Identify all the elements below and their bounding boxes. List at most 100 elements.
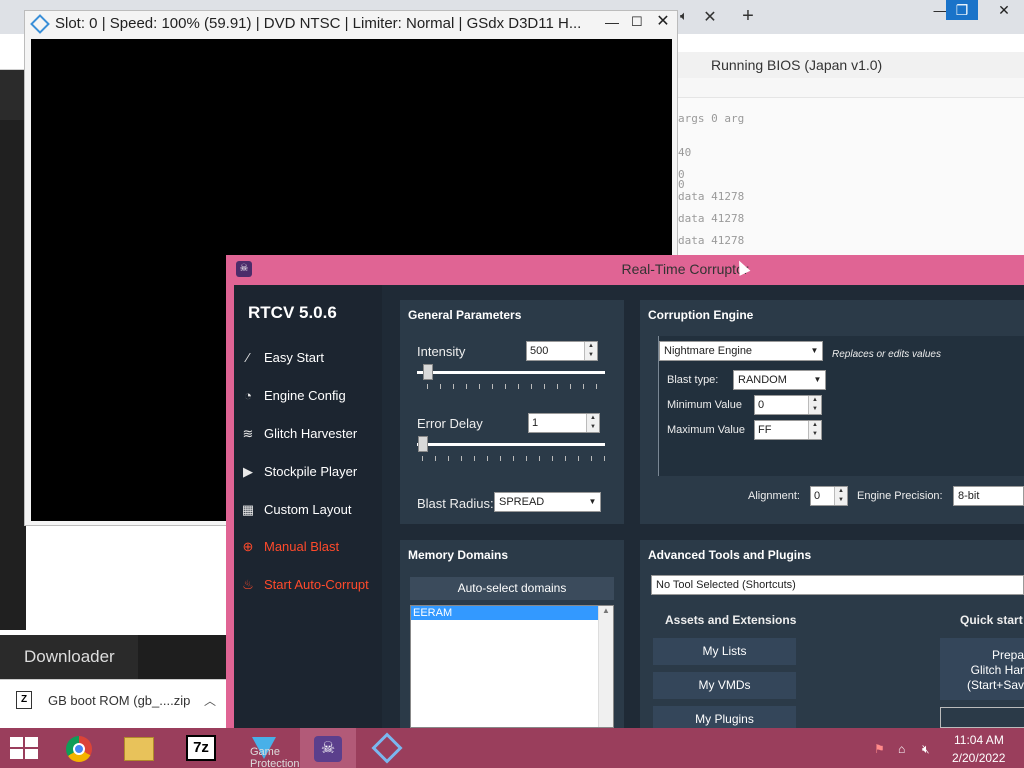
spinner-arrows-icon[interactable]: ▲ ▼ xyxy=(808,396,821,414)
quick-start-button-2[interactable] xyxy=(940,707,1024,728)
pcsx2-taskbar-button[interactable] xyxy=(362,728,412,768)
error-delay-slider-thumb[interactable] xyxy=(418,436,428,452)
my-plugins-button[interactable]: My Plugins xyxy=(653,706,796,728)
grid-icon: ▦ xyxy=(241,502,255,517)
list-item[interactable]: EERAM xyxy=(411,606,599,620)
nav-custom-layout[interactable]: ▦ Custom Layout xyxy=(240,498,390,522)
download-item[interactable]: GB boot ROM (gb_....zip xyxy=(0,679,228,723)
minimum-value-spinner[interactable]: 0 ▲ ▼ xyxy=(754,395,822,415)
error-delay-ticks xyxy=(422,456,606,461)
gem-taskbar-button[interactable]: Game Protection xyxy=(238,728,300,768)
blast-radius-select[interactable]: SPREAD ▼ xyxy=(494,492,601,512)
pcsx2-minimize-button[interactable]: — xyxy=(605,14,619,30)
rtc-title: Real-Time Corruptor xyxy=(621,261,749,277)
pcsx2-close-button[interactable]: ✕ xyxy=(649,11,677,33)
pcsx2-maximize-button[interactable]: ☐ xyxy=(631,14,643,30)
my-vmds-button[interactable]: My VMDs xyxy=(653,672,796,699)
prepare-line-2: Glitch Har xyxy=(970,663,1024,677)
intensity-spinner[interactable]: 500 ▲ ▼ xyxy=(526,341,598,361)
intensity-value: 500 xyxy=(530,345,549,357)
wand-icon: ⁄ xyxy=(246,350,250,365)
minimum-value: 0 xyxy=(758,399,765,411)
crosshair-icon: ⊕ xyxy=(242,539,254,554)
engine-description: Replaces or edits values xyxy=(832,349,941,360)
error-delay-label: Error Delay xyxy=(417,416,483,431)
windows-start-icon[interactable] xyxy=(10,737,38,759)
7zip-taskbar-button[interactable]: 7z xyxy=(176,728,226,768)
chevron-down-icon: ▼ xyxy=(810,371,825,389)
folder-icon xyxy=(124,737,154,761)
console-line: args 0 arg xyxy=(678,112,745,125)
spinner-arrows-icon[interactable]: ▲ ▼ xyxy=(584,342,597,360)
chevron-up-icon[interactable]: ︿ xyxy=(204,692,216,709)
browser-close-button[interactable]: ✕ xyxy=(984,0,1024,20)
error-delay-slider-track[interactable] xyxy=(417,443,605,446)
nav-start-auto-corrupt[interactable]: ♨ Start Auto-Corrupt xyxy=(240,573,390,597)
panel-title: Memory Domains xyxy=(408,548,509,562)
nav-label: Stockpile Player xyxy=(264,464,358,479)
ghost-label: Game Protection xyxy=(250,746,300,768)
nav-stockpile-player[interactable]: ▶ Stockpile Player xyxy=(240,460,390,484)
nav-glitch-harvester[interactable]: ≋ Glitch Harvester xyxy=(240,422,390,446)
maximum-value-spinner[interactable]: FF ▲ ▼ xyxy=(754,420,822,440)
console-line: 40 xyxy=(678,146,692,159)
blast-type-select[interactable]: RANDOM ▼ xyxy=(733,370,826,390)
rtc-window: ☠ Real-Time Corruptor RTCV 5.0.6 ⁄ Easy … xyxy=(226,255,1024,728)
volume-muted-icon[interactable]: 🔇︎ xyxy=(922,742,930,757)
tab-close-icon[interactable]: ✕ xyxy=(700,8,720,28)
blast-radius-value: SPREAD xyxy=(499,496,545,508)
tool-select[interactable]: No Tool Selected (Shortcuts) xyxy=(651,575,1024,595)
alignment-spinner[interactable]: 0 ▲ ▼ xyxy=(810,486,848,506)
nav-engine-config[interactable]: ◔ Engine Config xyxy=(240,384,390,408)
error-delay-spinner[interactable]: 1 ▲ ▼ xyxy=(528,413,600,433)
intensity-slider-track[interactable] xyxy=(417,371,605,374)
7zip-icon: 7z xyxy=(186,735,216,761)
spinner-arrows-icon[interactable]: ▲ ▼ xyxy=(586,414,599,432)
nav-label: Glitch Harvester xyxy=(264,426,358,441)
memory-domain-list[interactable]: EERAM ▲ xyxy=(410,605,614,728)
my-lists-button[interactable]: My Lists xyxy=(653,638,796,665)
browser-restore-button[interactable]: ❐ xyxy=(946,0,978,20)
rtc-version: RTCV 5.0.6 xyxy=(248,303,337,322)
new-tab-button[interactable]: + xyxy=(736,4,760,28)
nav-easy-start[interactable]: ⁄ Easy Start xyxy=(240,346,390,370)
play-icon: ▶ xyxy=(243,464,253,479)
clock-time[interactable]: 11:04 AM xyxy=(954,733,1004,747)
pcsx2-title: Slot: 0 | Speed: 100% (59.91) | DVD NTSC… xyxy=(55,15,582,32)
nav-label: Manual Blast xyxy=(264,539,340,554)
panel-title: Corruption Engine xyxy=(648,308,754,322)
spinner-arrows-icon[interactable]: ▲ ▼ xyxy=(834,487,847,505)
engine-value: Nightmare Engine xyxy=(664,345,753,357)
nav-label: Engine Config xyxy=(264,388,346,403)
prepare-glitch-harvester-button[interactable]: Prepa Glitch Har (Start+Sav xyxy=(940,638,1024,700)
clock-date[interactable]: 2/20/2022 xyxy=(952,751,1005,765)
spinner-arrows-icon[interactable]: ▲ ▼ xyxy=(808,421,821,439)
rtc-taskbar-button[interactable]: ☠ xyxy=(300,728,356,768)
prepare-line-3: (Start+Sav xyxy=(966,678,1024,692)
general-parameters-panel: General Parameters Intensity 500 ▲ ▼ Erro… xyxy=(400,300,624,524)
alignment-value: 0 xyxy=(814,490,821,502)
speaker-icon: 🔈︎ xyxy=(680,8,688,23)
panel-title: General Parameters xyxy=(408,308,522,322)
nav-manual-blast[interactable]: ⊕ Manual Blast xyxy=(240,535,390,559)
auto-select-domains-button[interactable]: Auto-select domains xyxy=(410,577,614,600)
explorer-taskbar-button[interactable] xyxy=(114,728,164,768)
console-line: data 41278 xyxy=(678,190,745,203)
maximum-value-label: Maximum Value xyxy=(667,424,746,436)
fire-icon: ♨ xyxy=(242,577,254,592)
engine-select[interactable]: Nightmare Engine ▼ xyxy=(659,341,823,361)
chrome-taskbar-button[interactable] xyxy=(54,728,104,768)
engine-precision-select[interactable]: 8-bit xyxy=(953,486,1024,506)
network-icon[interactable]: ⌂ xyxy=(898,742,905,756)
intensity-ticks xyxy=(427,384,607,389)
alignment-label: Alignment: xyxy=(748,490,800,502)
flag-icon[interactable]: ⚑ xyxy=(874,742,885,756)
list-scrollbar[interactable]: ▲ xyxy=(598,606,613,727)
nav-label: Start Auto-Corrupt xyxy=(264,577,369,592)
page-left-strip xyxy=(0,70,26,630)
engine-precision-label: Engine Precision: xyxy=(857,490,943,502)
zip-file-icon: Z xyxy=(16,691,32,709)
gauge-icon: ◔ xyxy=(244,388,252,403)
memory-domains-panel: Memory Domains Auto-select domains EERAM… xyxy=(400,540,624,728)
intensity-slider-thumb[interactable] xyxy=(423,364,433,380)
